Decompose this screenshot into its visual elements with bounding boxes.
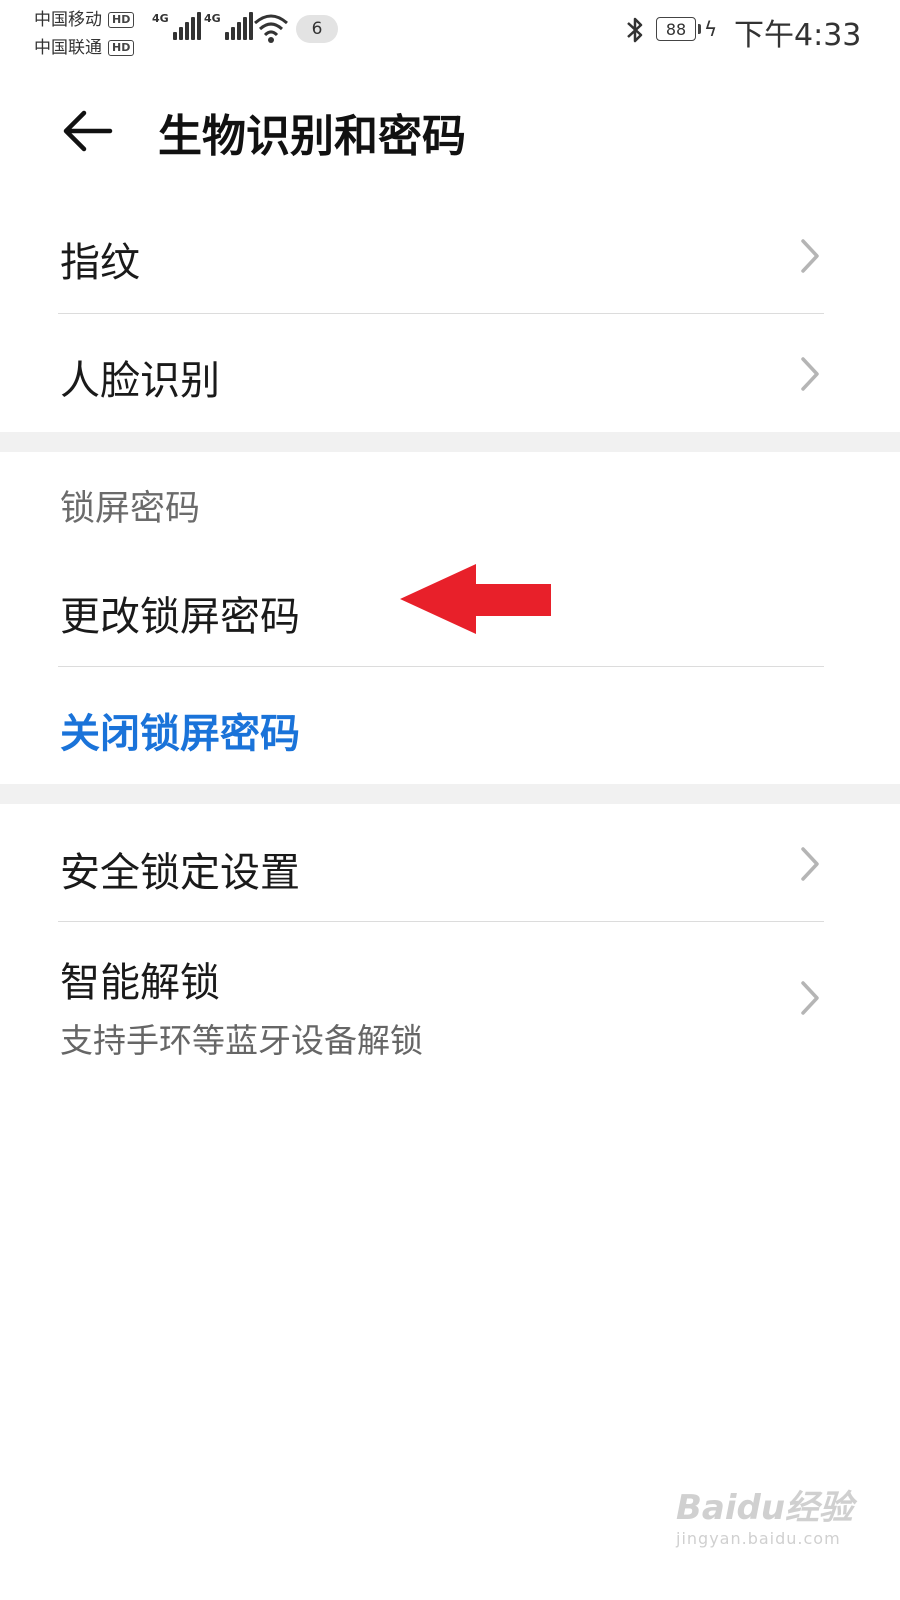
status-time: 下午4:33 bbox=[734, 18, 862, 53]
section-header-lock-password: 锁屏密码 bbox=[60, 489, 201, 529]
signal-strength-icon: 4G bbox=[152, 12, 201, 40]
change-lock-password-label: 更改锁屏密码 bbox=[60, 594, 300, 640]
secure-lock-settings-item[interactable]: 安全锁定设置 bbox=[0, 806, 900, 920]
fingerprint-label: 指纹 bbox=[60, 240, 140, 286]
section-gap bbox=[0, 784, 900, 804]
baidu-jingyan-watermark: Baidu经验 jingyan.baidu.com bbox=[676, 1480, 853, 1548]
disable-lock-password-label: 关闭锁屏密码 bbox=[60, 711, 300, 757]
status-bar: 中国移动 HD 中国联通 HD 4G 4G 6 88 ϟ 下午4:33 bbox=[0, 0, 900, 62]
chevron-right-icon bbox=[801, 981, 819, 1015]
smart-unlock-description: 支持手环等蓝牙设备解锁 bbox=[60, 1021, 423, 1060]
disable-lock-password-item[interactable]: 关闭锁屏密码 bbox=[0, 667, 900, 783]
carrier-2-label: 中国联通 bbox=[34, 38, 102, 58]
signal-strength-icon: 4G bbox=[204, 12, 253, 40]
section-gap bbox=[0, 432, 900, 452]
chevron-right-icon bbox=[801, 847, 819, 881]
hd-badge: HD bbox=[108, 12, 135, 28]
carrier-1-label: 中国移动 bbox=[34, 10, 102, 30]
smart-unlock-item[interactable]: 智能解锁 支持手环等蓝牙设备解锁 bbox=[0, 922, 900, 1078]
network-type-label: 4G bbox=[204, 12, 221, 25]
watermark-url: jingyan.baidu.com bbox=[676, 1529, 841, 1548]
bluetooth-icon bbox=[627, 17, 643, 43]
wifi-icon bbox=[254, 14, 288, 43]
carrier-info: 中国移动 HD 中国联通 HD bbox=[34, 6, 135, 62]
back-arrow-icon[interactable] bbox=[60, 106, 116, 156]
watermark-brand: Baidu经验 bbox=[676, 1488, 854, 1528]
secure-lock-settings-label: 安全锁定设置 bbox=[60, 850, 300, 896]
network-type-label: 4G bbox=[152, 12, 169, 25]
red-annotation-arrow-icon bbox=[400, 564, 551, 634]
battery-tip bbox=[698, 24, 701, 34]
smart-unlock-label: 智能解锁 bbox=[60, 960, 220, 1006]
page-title: 生物识别和密码 bbox=[158, 111, 466, 162]
face-recognition-item[interactable]: 人脸识别 bbox=[0, 314, 900, 430]
fingerprint-item[interactable]: 指纹 bbox=[0, 200, 900, 312]
face-recognition-label: 人脸识别 bbox=[60, 358, 220, 404]
battery-icon: 88 bbox=[656, 17, 696, 41]
notification-count-badge: 6 bbox=[296, 15, 338, 43]
hd-badge: HD bbox=[108, 40, 135, 56]
title-bar: 生物识别和密码 bbox=[0, 88, 900, 178]
charging-icon: ϟ bbox=[704, 17, 718, 41]
chevron-right-icon bbox=[801, 239, 819, 273]
chevron-right-icon bbox=[801, 357, 819, 391]
